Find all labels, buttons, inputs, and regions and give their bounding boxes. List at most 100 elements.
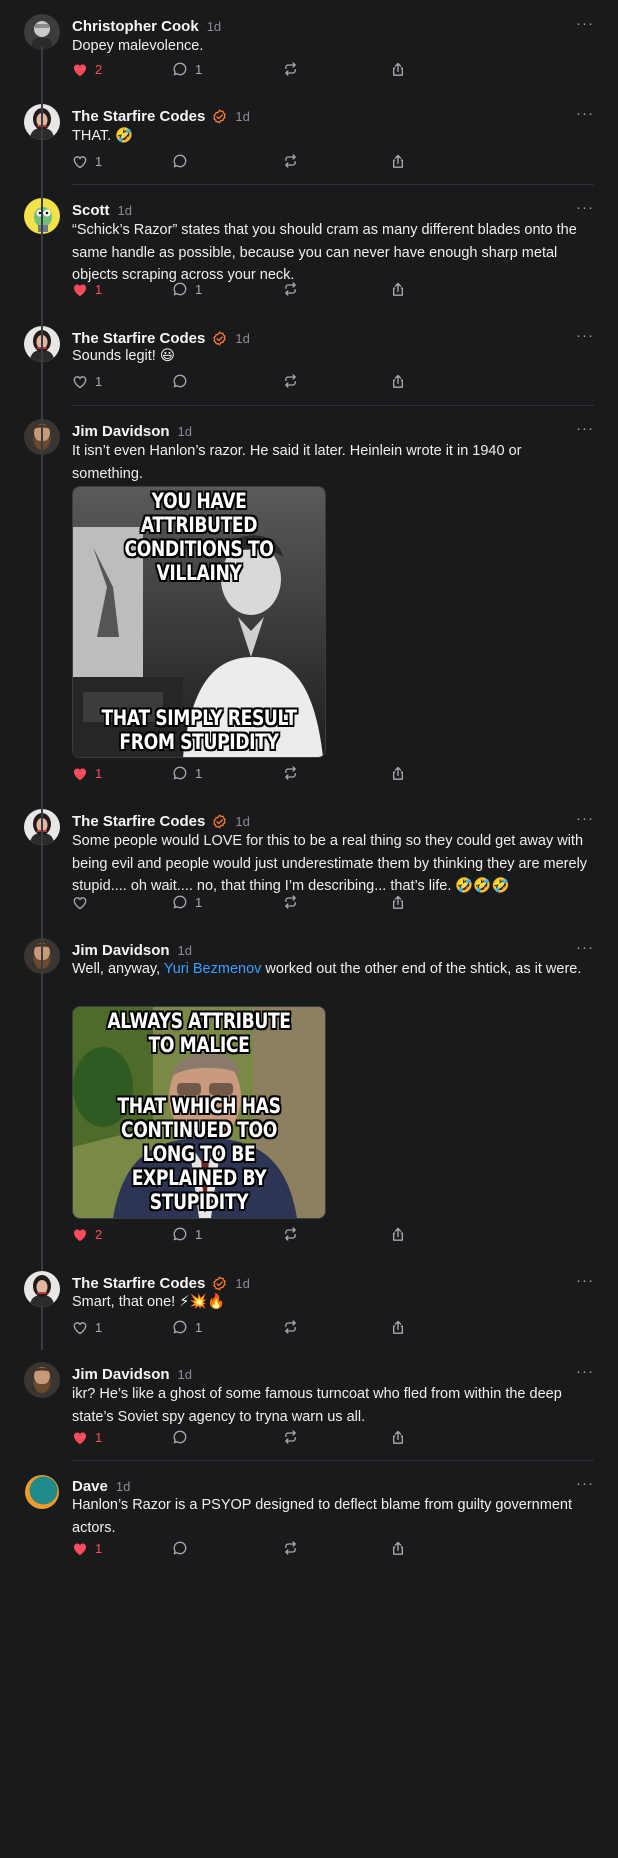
post-timestamp[interactable]: 1d xyxy=(207,19,221,34)
author-name[interactable]: Dave xyxy=(72,1478,108,1495)
repost-button[interactable] xyxy=(282,370,299,392)
post-timestamp[interactable]: 1d xyxy=(235,109,249,124)
heart-icon xyxy=(72,1430,88,1445)
repost-button[interactable] xyxy=(282,1426,299,1448)
share-icon xyxy=(390,894,406,911)
more-icon[interactable]: ··· xyxy=(576,15,594,32)
comment-icon xyxy=(172,1540,188,1556)
author-name[interactable]: The Starfire Codes xyxy=(72,1275,205,1292)
author-name[interactable]: Jim Davidson xyxy=(72,1366,170,1383)
heart-icon xyxy=(72,62,88,77)
more-icon[interactable]: ··· xyxy=(576,199,594,216)
share-button[interactable] xyxy=(390,1537,406,1559)
mention-link[interactable]: Yuri Bezmenov xyxy=(164,961,262,977)
like-count: 2 xyxy=(95,61,103,77)
post-actions: 1 1 xyxy=(72,762,492,784)
avatar[interactable] xyxy=(24,1362,60,1398)
more-icon[interactable]: ··· xyxy=(576,327,594,344)
reply-button[interactable] xyxy=(172,1537,195,1559)
reply-button[interactable]: 1 xyxy=(172,762,202,784)
share-button[interactable] xyxy=(390,278,406,300)
post-timestamp[interactable]: 1d xyxy=(118,203,132,218)
meme-image[interactable]: YOU HAVE ATTRIBUTED CONDITIONS TO VILLAI… xyxy=(72,486,326,758)
author-name[interactable]: The Starfire Codes xyxy=(72,330,205,347)
repost-button[interactable] xyxy=(282,150,299,172)
meme-image[interactable]: ALWAYS ATTRIBUTE TO MALICE THAT WHICH HA… xyxy=(72,1006,326,1219)
repost-button[interactable] xyxy=(282,891,299,913)
share-icon xyxy=(390,373,406,390)
like-button[interactable]: 1 xyxy=(72,1537,102,1559)
verified-badge-icon xyxy=(213,108,227,124)
repost-icon xyxy=(282,153,299,169)
repost-button[interactable] xyxy=(282,58,299,80)
more-icon[interactable]: ··· xyxy=(576,810,594,827)
like-button[interactable]: 2 xyxy=(72,1223,102,1245)
like-button[interactable]: 1 xyxy=(72,762,102,784)
reply-button[interactable]: 1 xyxy=(172,891,202,913)
like-button[interactable]: 1 xyxy=(72,1426,102,1448)
author-name[interactable]: The Starfire Codes xyxy=(72,108,205,125)
share-button[interactable] xyxy=(390,150,406,172)
meme-top-caption: ALWAYS ATTRIBUTE TO MALICE xyxy=(107,1009,291,1057)
author-name[interactable]: Christopher Cook xyxy=(72,18,199,35)
repost-icon xyxy=(282,1540,299,1556)
like-button[interactable]: 2 xyxy=(72,58,102,80)
avatar[interactable] xyxy=(24,1474,60,1510)
post-timestamp[interactable]: 1d xyxy=(235,1276,249,1291)
more-icon[interactable]: ··· xyxy=(576,1475,594,1492)
reply-button[interactable] xyxy=(172,150,195,172)
like-button[interactable]: 1 xyxy=(72,370,102,392)
share-button[interactable] xyxy=(390,58,406,80)
share-button[interactable] xyxy=(390,891,406,913)
like-button[interactable] xyxy=(72,891,95,913)
post-text: Dopey malevolence. xyxy=(72,38,204,54)
reply-count: 1 xyxy=(195,894,203,910)
reply-button[interactable]: 1 xyxy=(172,1223,202,1245)
post-header: Christopher Cook 1d ··· xyxy=(72,15,594,37)
like-button[interactable]: 1 xyxy=(72,1316,102,1338)
repost-button[interactable] xyxy=(282,1316,299,1338)
avatar[interactable] xyxy=(24,14,60,50)
reply-button[interactable]: 1 xyxy=(172,58,202,80)
avatar[interactable] xyxy=(24,1271,60,1307)
author-name[interactable]: Jim Davidson xyxy=(72,423,170,440)
verified-badge-icon xyxy=(213,330,227,346)
repost-button[interactable] xyxy=(282,278,299,300)
share-button[interactable] xyxy=(390,370,406,392)
more-icon[interactable]: ··· xyxy=(576,939,594,956)
repost-button[interactable] xyxy=(282,762,299,784)
post-timestamp[interactable]: 1d xyxy=(178,1367,192,1382)
repost-button[interactable] xyxy=(282,1537,299,1559)
more-icon[interactable]: ··· xyxy=(576,1363,594,1380)
repost-icon xyxy=(282,1429,299,1445)
share-button[interactable] xyxy=(390,762,406,784)
post-timestamp[interactable]: 1d xyxy=(235,814,249,829)
like-button[interactable]: 1 xyxy=(72,150,102,172)
post-timestamp[interactable]: 1d xyxy=(235,331,249,346)
comment-icon xyxy=(172,61,188,77)
reply-button[interactable]: 1 xyxy=(172,278,202,300)
post-timestamp[interactable]: 1d xyxy=(178,424,192,439)
share-icon xyxy=(390,1429,406,1446)
like-count: 1 xyxy=(95,765,103,781)
post-timestamp[interactable]: 1d xyxy=(178,943,192,958)
reply-button[interactable] xyxy=(172,1426,195,1448)
author-name[interactable]: The Starfire Codes xyxy=(72,813,205,830)
more-icon[interactable]: ··· xyxy=(576,105,594,122)
reply-button[interactable] xyxy=(172,370,195,392)
share-button[interactable] xyxy=(390,1316,406,1338)
heart-icon xyxy=(72,282,88,297)
share-button[interactable] xyxy=(390,1426,406,1448)
author-name[interactable]: Jim Davidson xyxy=(72,942,170,959)
heart-icon xyxy=(72,154,88,169)
reply-button[interactable]: 1 xyxy=(172,1316,202,1338)
repost-button[interactable] xyxy=(282,1223,299,1245)
author-name[interactable]: Scott xyxy=(72,202,110,219)
post-timestamp[interactable]: 1d xyxy=(116,1479,130,1494)
share-button[interactable] xyxy=(390,1223,406,1245)
share-icon xyxy=(390,281,406,298)
like-button[interactable]: 1 xyxy=(72,278,102,300)
more-icon[interactable]: ··· xyxy=(576,1272,594,1289)
comment-icon xyxy=(172,281,188,297)
more-icon[interactable]: ··· xyxy=(576,420,594,437)
